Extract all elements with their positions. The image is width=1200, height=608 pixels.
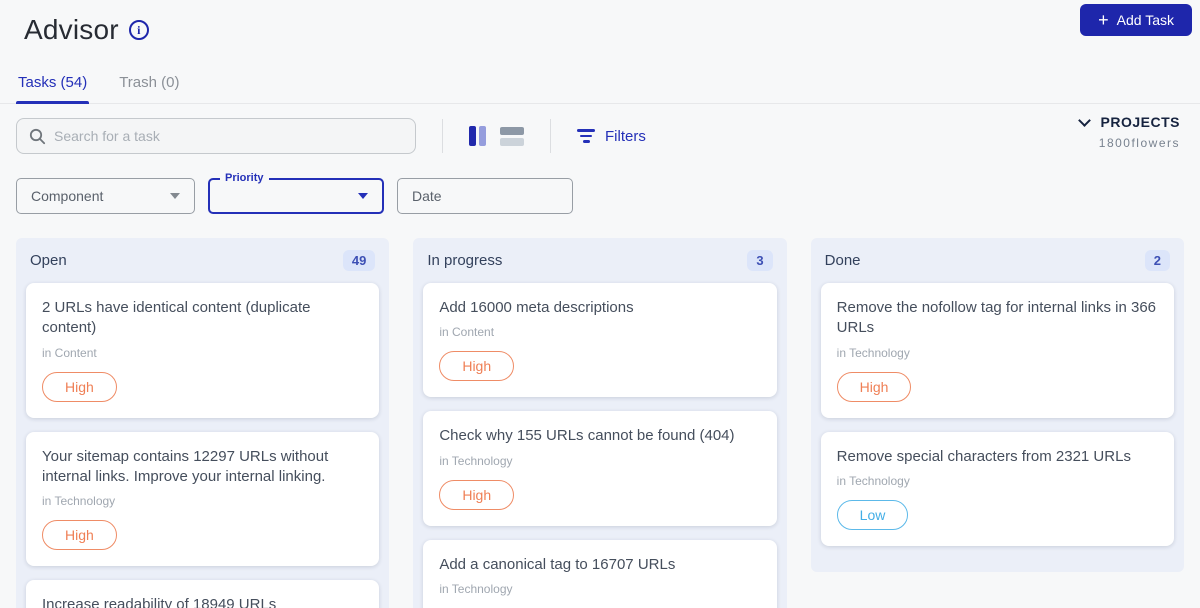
column-header: In progress 3	[413, 238, 786, 281]
task-category: in Technology	[439, 581, 513, 596]
chevron-down-icon	[1077, 113, 1091, 127]
caret-down-icon	[358, 193, 368, 199]
info-icon[interactable]: i	[128, 20, 149, 40]
priority-filter-label: Priority	[220, 172, 269, 184]
project-name: 1800flowers	[1098, 136, 1180, 150]
search-input[interactable]	[54, 128, 403, 144]
task-card[interactable]: Add 16000 meta descriptions in Content Hig…	[423, 283, 777, 398]
projects-label: PROJECTS	[1100, 114, 1180, 130]
task-card[interactable]: Your sitemap contains 12297 URLs without…	[26, 431, 380, 566]
kanban-view-icon[interactable]	[469, 126, 486, 146]
task-category: in Technology	[439, 453, 513, 468]
column-count-badge: 3	[747, 250, 773, 271]
column-in-progress: In progress 3 Add 16000 meta descriptions i…	[413, 238, 787, 608]
task-title: Increase readability of 18949 URLs	[42, 596, 277, 608]
kanban-board: Open 49 2 URLs have identical content (dup…	[0, 238, 1200, 608]
priority-badge: High	[836, 371, 912, 402]
task-card[interactable]: Remove special characters from 2321 URLs…	[820, 431, 1174, 546]
task-category: in Technology	[42, 494, 116, 508]
column-open: Open 49 2 URLs have identical content (dup…	[16, 238, 390, 608]
priority-badge: High	[439, 351, 515, 382]
search-icon	[29, 128, 46, 144]
task-card[interactable]: Add a canonical tag to 16707 URLs in Tech…	[423, 539, 777, 608]
task-title: Remove the nofollow tag for internal lin…	[836, 299, 1156, 337]
column-title: In progress	[427, 252, 503, 269]
date-filter-field[interactable]: Date	[397, 178, 573, 214]
task-category: in Content	[42, 345, 97, 360]
filter-icon	[577, 129, 595, 143]
column-title: Open	[30, 252, 67, 269]
toolbar: Filters PROJECTS 1800flowers	[0, 104, 1200, 154]
task-title: 2 URLs have identical content (duplicate…	[42, 299, 311, 337]
task-category: in Content	[439, 325, 495, 340]
task-category: in Technology	[836, 345, 910, 360]
task-category: in Technology	[836, 473, 910, 488]
add-task-button[interactable]: + Add Task	[1080, 4, 1192, 36]
tab-bar: Tasks (54) Trash (0)	[0, 66, 1200, 104]
priority-filter-select[interactable]: Priority	[208, 172, 384, 214]
filter-row: Component Priority Date	[0, 154, 1200, 214]
page-header: Advisor i + Add Task	[0, 0, 1200, 48]
column-done: Done 2 Remove the nofollow tag for interna…	[810, 238, 1184, 572]
tab-trash[interactable]: Trash (0)	[117, 66, 181, 103]
view-toggle	[469, 126, 524, 146]
task-card[interactable]: Check why 155 URLs cannot be found (404)…	[423, 411, 777, 526]
task-card[interactable]: 2 URLs have identical content (duplicate…	[26, 283, 380, 418]
search-box	[16, 118, 416, 154]
add-task-label: Add Task	[1116, 12, 1174, 28]
component-filter-label: Component	[31, 188, 104, 204]
projects-dropdown[interactable]: PROJECTS	[1077, 113, 1180, 130]
priority-badge: High	[439, 479, 515, 510]
task-title: Check why 155 URLs cannot be found (404)	[439, 427, 735, 445]
filters-label: Filters	[605, 127, 646, 145]
tab-tasks[interactable]: Tasks (54)	[16, 66, 90, 104]
caret-down-icon	[170, 193, 180, 199]
card-list: Add 16000 meta descriptions in Content Hig…	[413, 281, 786, 608]
task-card[interactable]: Increase readability of 18949 URLsin Con…	[26, 580, 380, 608]
priority-badge: High	[42, 520, 117, 550]
filters-button[interactable]: Filters	[577, 128, 646, 145]
card-list: 2 URLs have identical content (duplicate…	[16, 281, 389, 608]
list-view-icon[interactable]	[500, 126, 524, 146]
column-count-badge: 49	[342, 250, 376, 271]
divider	[550, 119, 551, 153]
task-card[interactable]: Remove the nofollow tag for internal lin…	[820, 283, 1174, 418]
priority-badge: High	[42, 371, 117, 402]
column-header: Open 49	[16, 238, 389, 281]
task-title: Add a canonical tag to 16707 URLs	[439, 555, 676, 573]
column-count-badge: 2	[1144, 250, 1170, 271]
column-header: Done 2	[811, 238, 1184, 281]
page-title: Advisor	[24, 14, 119, 45]
divider	[442, 119, 443, 153]
card-list: Remove the nofollow tag for internal lin…	[811, 281, 1184, 572]
task-title: Your sitemap contains 12297 URLs without…	[42, 447, 329, 485]
component-filter-select[interactable]: Component	[16, 178, 195, 214]
task-title: Remove special characters from 2321 URLs	[836, 447, 1131, 465]
priority-badge: Low	[836, 499, 909, 530]
plus-icon: +	[1098, 10, 1109, 30]
date-filter-label: Date	[412, 188, 442, 204]
projects-selector: PROJECTS 1800flowers	[1077, 113, 1180, 150]
column-title: Done	[824, 252, 861, 269]
task-title: Add 16000 meta descriptions	[439, 299, 634, 316]
